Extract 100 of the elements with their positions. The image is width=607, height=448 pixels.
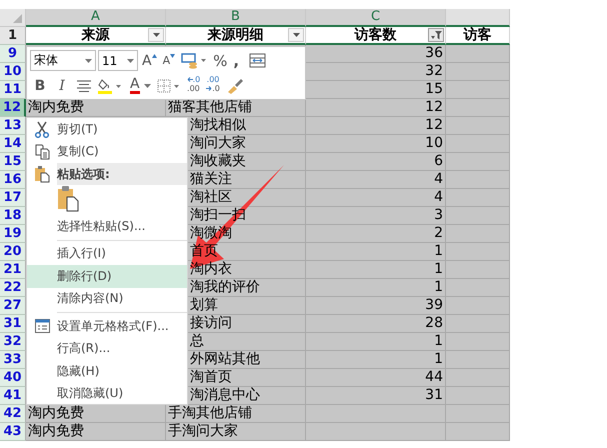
row-header[interactable]: 21 <box>0 261 26 279</box>
row-header[interactable]: 10 <box>0 63 26 81</box>
menu-item[interactable]: 删除行(D) <box>27 265 187 288</box>
row-header[interactable]: 16 <box>0 171 26 189</box>
table-cell <box>446 387 510 405</box>
table-cell <box>446 297 510 315</box>
table-cell: 手淘其他店铺 <box>166 405 306 423</box>
row-header[interactable]: 19 <box>0 225 26 243</box>
row-header[interactable]: 12 <box>0 99 26 117</box>
table-cell: 39 <box>306 297 446 315</box>
copy-icon <box>34 144 50 160</box>
table-cell <box>446 153 510 171</box>
row-header[interactable]: 32 <box>0 333 26 351</box>
table-cell <box>446 189 510 207</box>
column-header[interactable]: A <box>26 9 166 27</box>
row-header[interactable]: 11 <box>0 81 26 99</box>
increase-decimal-button[interactable]: .0 .00 <box>184 74 202 96</box>
column-header[interactable] <box>446 9 510 27</box>
table-cell: 1 <box>306 261 446 279</box>
row-header[interactable]: 40 <box>0 369 26 387</box>
table-cell <box>446 315 510 333</box>
menu-section-title: 粘贴选项: <box>57 163 187 185</box>
row-header[interactable]: 33 <box>0 351 26 369</box>
table-cell: 4 <box>306 189 446 207</box>
table-cell: 1 <box>306 279 446 297</box>
font-size-dropdown[interactable]: 11 <box>98 50 138 71</box>
brush-icon <box>226 78 244 94</box>
arrow-icon <box>186 76 193 82</box>
table-cell <box>446 45 510 63</box>
table-cell <box>446 63 510 81</box>
row-header[interactable]: 17 <box>0 189 26 207</box>
row-header[interactable]: 1 <box>0 27 26 45</box>
italic-button[interactable]: I <box>52 74 72 96</box>
table-cell <box>446 81 510 99</box>
row-header[interactable]: 42 <box>0 405 26 423</box>
table-cell <box>446 135 510 153</box>
format-cells-icon <box>34 319 50 334</box>
header-text: 来源 <box>82 26 110 44</box>
table-cell <box>446 369 510 387</box>
table-cell <box>446 279 510 297</box>
table-cell: 猫客其他店铺 <box>166 99 306 117</box>
scissors-icon <box>34 120 50 138</box>
comma-style-button[interactable]: , <box>231 50 246 72</box>
table-cell <box>446 117 510 135</box>
header-text: 来源明细 <box>208 26 264 44</box>
row-header[interactable]: 43 <box>0 423 26 441</box>
row-header[interactable]: 22 <box>0 279 26 297</box>
filter-button[interactable] <box>288 28 304 42</box>
table-cell <box>446 423 510 441</box>
caret-icon <box>85 58 92 62</box>
paste-icon <box>34 165 50 183</box>
grow-font-button[interactable]: A <box>140 50 159 72</box>
table-cell: 12 <box>306 117 446 135</box>
table-cell <box>446 171 510 189</box>
arrow-icon <box>206 86 212 90</box>
table-cell <box>446 261 510 279</box>
filter-button[interactable] <box>148 28 164 42</box>
table-cell: 36 <box>306 45 446 63</box>
row-header[interactable]: 20 <box>0 243 26 261</box>
row-header[interactable]: 14 <box>0 135 26 153</box>
table-cell <box>446 207 510 225</box>
column-header[interactable]: B <box>166 9 306 27</box>
table-cell: 15 <box>306 81 446 99</box>
table-cell: 淘内免费 <box>26 423 166 441</box>
align-center-icon <box>76 80 92 92</box>
row-header[interactable]: 15 <box>0 153 26 171</box>
caret-icon <box>152 33 160 37</box>
percent-button[interactable]: % <box>211 50 230 72</box>
row-header[interactable]: 41 <box>0 387 26 405</box>
row-header[interactable]: 9 <box>0 45 26 63</box>
table-cell <box>446 225 510 243</box>
table-cell: 3 <box>306 207 446 225</box>
table-cell: 淘内免费 <box>26 405 166 423</box>
table-cell: 31 <box>306 387 446 405</box>
decrease-decimal-button[interactable]: .00 .0 <box>204 74 222 96</box>
table-cell <box>446 99 510 117</box>
column-header[interactable]: C <box>306 9 446 27</box>
table-cell: 4 <box>306 171 446 189</box>
font-color-button[interactable]: A <box>128 74 153 96</box>
table-cell <box>446 351 510 369</box>
table-cell <box>446 333 510 351</box>
row-header[interactable]: 13 <box>0 117 26 135</box>
wrap-text-icon <box>249 53 266 68</box>
row-header[interactable]: 27 <box>0 297 26 315</box>
table-cell: 1 <box>306 243 446 261</box>
row-header[interactable]: 31 <box>0 315 26 333</box>
row-header[interactable]: 18 <box>0 207 26 225</box>
table-cell: 10 <box>306 135 446 153</box>
caret-icon <box>292 33 300 37</box>
clipboard-icon <box>57 185 79 212</box>
bold-button[interactable]: B <box>30 74 50 96</box>
table-cell: 44 <box>306 369 446 387</box>
caret-icon <box>127 58 134 62</box>
filter-button[interactable] <box>428 28 444 42</box>
shrink-font-button[interactable]: A <box>160 50 178 72</box>
table-cell: 淘内免费 <box>26 99 166 117</box>
table-cell: 12 <box>306 99 446 117</box>
filter-icon <box>430 30 442 40</box>
table-cell <box>446 405 510 423</box>
font-dropdown[interactable]: 宋体 <box>30 50 96 71</box>
